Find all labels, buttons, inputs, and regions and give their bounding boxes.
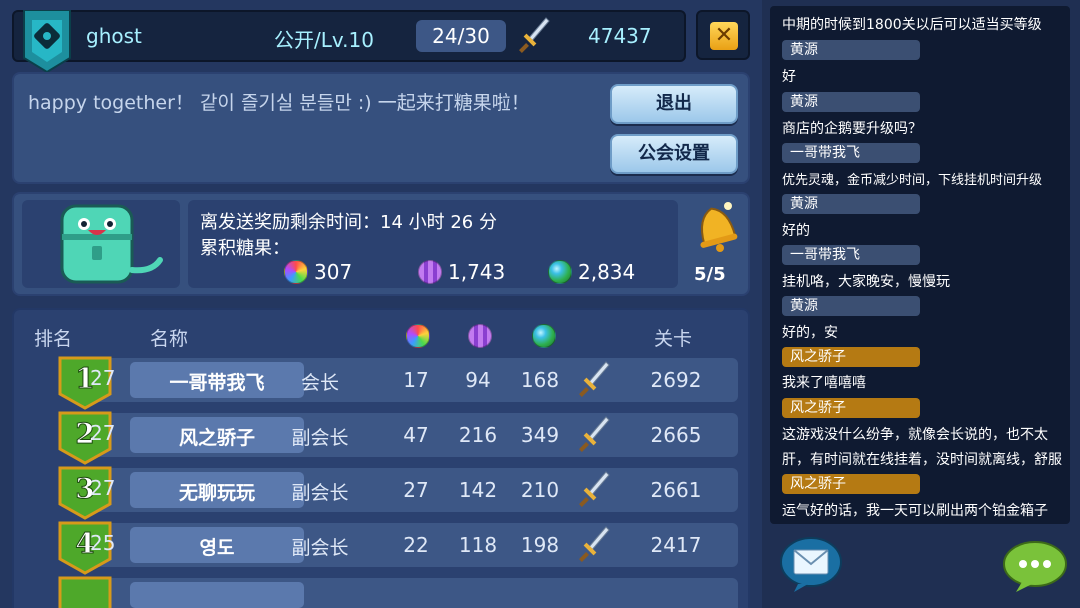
candy-value: 307 (314, 260, 353, 284)
chat-message: 这游戏没什么纷争，就像会长说的，也不太 (782, 427, 1048, 443)
purple-candy-icon (468, 324, 492, 348)
chat-panel[interactable]: 中期的时候到1800关以后可以适当买等级 黄源 好 黄源 商店的企鹅要升级吗？ … (770, 6, 1070, 524)
chat-message: 优先灵魂，金币减少时间，下线挂机时间升级 (782, 173, 1043, 188)
chat-message: 好 (782, 69, 796, 85)
guild-settings-button[interactable]: 公会设置 (610, 134, 738, 174)
chat-message: 好的，安 (782, 325, 838, 341)
member-level: 25 (90, 531, 116, 555)
table-row[interactable]: 3 无聊玩玩 27 副会长 27 142 210 2661 (58, 466, 738, 520)
guild-score: 47437 (588, 24, 652, 48)
candy-3-count: 168 (520, 368, 560, 392)
candy-label: 累积糖果： (200, 238, 290, 259)
candy-stat-purple: 1,743 (418, 260, 505, 284)
chat-username[interactable]: 黄源 (782, 296, 920, 316)
member-level: 27 (90, 366, 116, 390)
member-stage: 2665 (650, 423, 702, 447)
rank-badge-icon (58, 576, 112, 608)
chat-username[interactable]: 风之骄子 (782, 398, 920, 418)
chat-username[interactable]: 一哥带我飞 (782, 143, 920, 163)
member-level: 27 (90, 476, 116, 500)
candy-1-count: 17 (403, 368, 429, 392)
candy-1-count: 22 (403, 533, 429, 557)
reward-timer: 离发送奖励剩余时间：14 小时 26 分 (200, 212, 497, 233)
member-role: 副会长 (291, 427, 349, 449)
guild-level: 公开/Lv.10 (274, 28, 374, 52)
candy-3-count: 210 (520, 478, 560, 502)
member-role: 副会长 (291, 482, 349, 504)
chat-username[interactable]: 风之骄子 (782, 474, 920, 494)
chat-message: 运气好的话，我一天可以刷出两个铂金箱子 (782, 503, 1048, 519)
guild-header: ghost 公开/Lv.10 24/30 47437 (12, 10, 686, 74)
candy-2-count: 94 (465, 368, 491, 392)
bell-icon[interactable] (686, 196, 746, 256)
table-row[interactable] (58, 576, 738, 608)
mascot-frame (22, 200, 180, 288)
chat-username[interactable]: 黄源 (782, 40, 920, 60)
guild-name: ghost (86, 24, 142, 48)
sword-icon (519, 17, 550, 53)
guild-emblem-icon (23, 10, 71, 74)
sword-icon (579, 526, 610, 562)
guild-notice: happy together！ 같이 즐기실 분들만 :) 一起来打糖果啦！ 退… (12, 72, 750, 184)
exit-button[interactable]: 退出 (610, 84, 738, 124)
candy-2-count: 142 (458, 478, 498, 502)
header-rank: 排名 (34, 328, 73, 350)
chat-message: 商店的企鹅要升级吗？ (782, 121, 922, 137)
candy-1-count: 27 (403, 478, 429, 502)
purple-candy-icon (418, 260, 442, 284)
chat-username[interactable]: 风之骄子 (782, 347, 920, 367)
chat-message: 好的 (782, 223, 810, 239)
chat-username[interactable]: 黄源 (782, 194, 920, 214)
header-name: 名称 (150, 328, 189, 350)
member-role: 会长 (300, 372, 339, 394)
chat-message: 肝，有时间就在线挂着，没时间就离线，舒服 (782, 452, 1062, 468)
candy-3-count: 349 (520, 423, 560, 447)
candy-stat-rainbow: 307 (284, 260, 352, 284)
chat-bubble-icon[interactable] (1002, 540, 1068, 592)
candy-2-count: 118 (458, 533, 498, 557)
notice-text: happy together！ 같이 즐기실 분들만 :) 一起来打糖果啦！ (28, 92, 530, 114)
member-stage: 2417 (650, 533, 702, 557)
treasure-chest-mascot-icon (60, 204, 163, 284)
candy-2-count: 216 (458, 423, 498, 447)
candy-value: 1,743 (448, 260, 506, 284)
sword-icon (579, 361, 610, 397)
member-stage: 2692 (650, 368, 702, 392)
member-level: 27 (90, 421, 116, 445)
guild-panel: ghost 公开/Lv.10 24/30 47437 ✕ happy toget… (0, 0, 762, 608)
chat-username[interactable]: 黄源 (782, 92, 920, 112)
reward-info: 离发送奖励剩余时间：14 小时 26 分 累积糖果： 307 1,743 2,8… (188, 200, 678, 288)
green-candy-icon (548, 260, 572, 284)
reward-panel: 离发送奖励剩余时间：14 小时 26 分 累积糖果： 307 1,743 2,8… (12, 192, 750, 296)
member-count: 24/30 (416, 20, 506, 52)
table-row[interactable]: 1 一哥带我飞 27 会长 17 94 168 2692 (58, 356, 738, 410)
table-row[interactable]: 2 风之骄子 27 副会长 47 216 349 2665 (58, 411, 738, 465)
chat-username[interactable]: 一哥带我飞 (782, 245, 920, 265)
sword-icon (579, 416, 610, 452)
sword-icon (579, 471, 610, 507)
rainbow-candy-icon (406, 324, 430, 348)
header-stage: 关卡 (654, 328, 693, 350)
candy-value: 2,834 (578, 260, 636, 284)
close-icon: ✕ (710, 22, 738, 50)
chat-message: 中期的时候到1800关以后可以适当买等级 (782, 17, 1042, 33)
candy-stat-green: 2,834 (548, 260, 635, 284)
member-role: 副会长 (291, 537, 349, 559)
chat-message: 挂机咯，大家晚安，慢慢玩 (782, 274, 950, 290)
candy-1-count: 47 (403, 423, 429, 447)
member-name-box (130, 582, 304, 608)
chat-message: 我来了嘻嘻嘻 (782, 375, 866, 391)
close-button[interactable]: ✕ (696, 10, 750, 60)
candy-3-count: 198 (520, 533, 560, 557)
table-row[interactable]: 4 영도 25 副会长 22 118 198 2417 (58, 521, 738, 575)
rainbow-candy-icon (284, 260, 308, 284)
bell-count: 5/5 (694, 264, 726, 285)
member-stage: 2661 (650, 478, 702, 502)
mail-icon[interactable] (778, 536, 844, 592)
green-candy-icon (532, 324, 556, 348)
